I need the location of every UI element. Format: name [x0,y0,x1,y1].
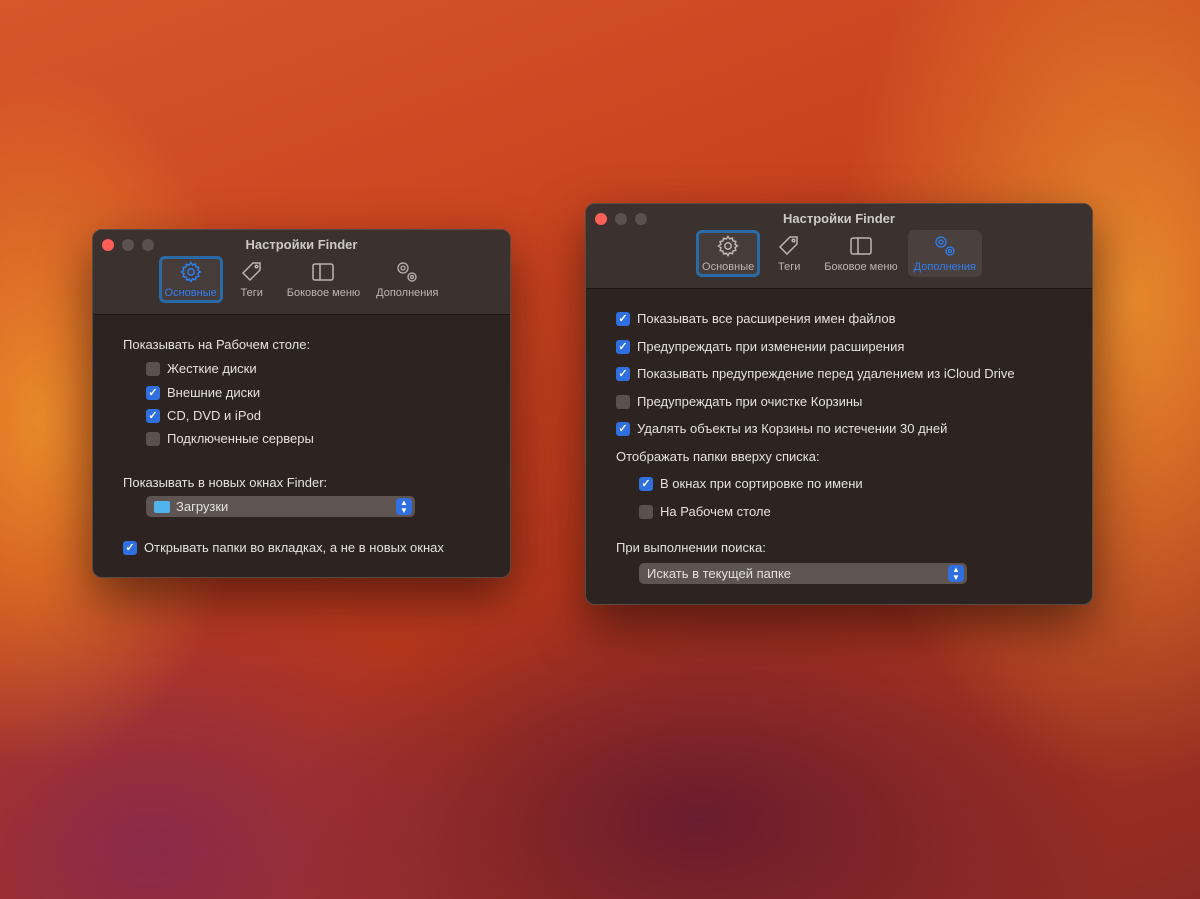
checkbox-folders-top-desktop[interactable]: На Рабочем столе [639,504,771,519]
checkbox-label: Показывать предупреждение перед удаление… [637,366,1015,381]
close-button[interactable] [102,239,114,251]
checkbox[interactable]: ✓ [616,311,630,326]
chevron-updown-icon: ▲ ▼ [396,498,412,515]
tab-label: Основные [164,287,217,299]
desktop-heading: Показывать на Рабочем столе: [123,337,311,352]
checkbox[interactable]: ✓ [146,408,160,423]
checkbox-label: Подключенные серверы [167,431,314,446]
minimize-button[interactable] [122,239,134,251]
tab-label: Боковое меню [824,261,898,273]
tab-label: Дополнения [376,287,439,299]
toolbar: Настройки Finder Основные Теги Боковое м… [93,230,510,315]
tab-label: Дополнения [913,261,976,273]
tab-label: Теги [240,287,263,299]
tab-general[interactable]: Основные [696,230,761,277]
tab-sidebar[interactable]: Боковое меню [818,230,903,277]
checkbox-label: В окнах при сортировке по имени [660,476,863,491]
tag-icon [240,260,264,284]
checkbox[interactable]: ✓ [123,540,137,555]
new-window-heading: Показывать в новых окнах Finder: [123,475,328,490]
checkbox-open-in-tabs[interactable]: ✓ Открывать папки во вкладках, а не в нов… [123,540,444,555]
checkbox[interactable] [146,431,160,446]
gear-icon [716,234,740,258]
checkbox[interactable]: ✓ [616,366,630,381]
tab-advanced[interactable]: Дополнения [370,256,444,303]
checkbox-label: CD, DVD и iPod [167,408,261,423]
checkbox-label: Открывать папки во вкладках, а не в новы… [144,540,444,555]
sidebar-icon [311,260,335,284]
checkbox[interactable] [639,504,653,519]
folder-icon [154,500,170,513]
checkbox-warn-icloud-delete[interactable]: ✓ Показывать предупреждение перед удалени… [616,366,1015,381]
checkbox-folders-top-windows[interactable]: ✓ В окнах при сортировке по имени [639,476,863,491]
window-title: Настройки Finder [783,211,895,226]
checkbox-label: Удалять объекты из Корзины по истечении … [637,421,948,436]
tab-label: Боковое меню [286,287,361,299]
zoom-button[interactable] [142,239,154,251]
search-heading: При выполнении поиска: [616,540,766,555]
tab-tags[interactable]: Теги [764,230,814,277]
checkbox[interactable]: ✓ [616,339,630,354]
chevron-updown-icon: ▲ ▼ [948,565,964,582]
minimize-button[interactable] [615,213,627,225]
checkbox-remove-trash-30-days[interactable]: ✓ Удалять объекты из Корзины по истечении… [616,421,947,436]
tab-label: Теги [778,261,801,273]
close-button[interactable] [595,213,607,225]
tag-icon [777,234,801,258]
checkbox-hard-disks[interactable]: Жесткие диски [146,361,257,376]
toolbar: Настройки Finder Основные Теги Боковое м… [586,204,1092,289]
checkbox-label: На Рабочем столе [660,504,771,519]
checkbox-warn-extension-change[interactable]: ✓ Предупреждать при изменении расширения [616,339,904,354]
checkbox[interactable]: ✓ [146,385,160,400]
select-value: Загрузки [176,499,229,514]
checkbox-warn-empty-trash[interactable]: Предупреждать при очистке Корзины [616,394,862,409]
checkbox-label: Жесткие диски [167,361,257,376]
folders-heading: Отображать папки вверху списка: [616,449,820,464]
tab-general[interactable]: Основные [158,256,223,303]
tab-tags[interactable]: Теги [227,256,277,303]
checkbox-external-disks[interactable]: ✓ Внешние диски [146,385,260,400]
tab-advanced[interactable]: Дополнения [907,230,982,277]
checkbox-label: Показывать все расширения имен файлов [637,311,896,326]
checkbox-label: Предупреждать при очистке Корзины [637,394,863,409]
finder-settings-window-general: Настройки Finder Основные Теги Боковое м… [92,229,511,578]
checkbox[interactable]: ✓ [616,421,630,436]
new-window-select[interactable]: Загрузки ▲ ▼ [146,496,415,517]
checkbox-servers[interactable]: Подключенные серверы [146,431,314,446]
gears-icon [933,234,957,258]
tab-label: Основные [702,261,755,273]
checkbox[interactable]: ✓ [639,476,653,491]
zoom-button[interactable] [635,213,647,225]
checkbox-show-extensions[interactable]: ✓ Показывать все расширения имен файлов [616,311,896,326]
gears-icon [395,260,419,284]
gear-icon [179,260,203,284]
checkbox-cd-dvd[interactable]: ✓ CD, DVD и iPod [146,408,261,423]
finder-settings-window-advanced: Настройки Finder Основные Теги Боковое м… [585,203,1093,605]
checkbox-label: Внешние диски [167,385,261,400]
checkbox[interactable] [616,394,630,409]
checkbox[interactable] [146,361,160,376]
window-title: Настройки Finder [245,237,358,252]
checkbox-label: Предупреждать при изменении расширения [637,339,905,354]
select-value: Искать в текущей папке [647,566,792,581]
sidebar-icon [849,234,873,258]
tab-sidebar[interactable]: Боковое меню [281,256,366,303]
search-scope-select[interactable]: Искать в текущей папке ▲ ▼ [639,563,967,584]
